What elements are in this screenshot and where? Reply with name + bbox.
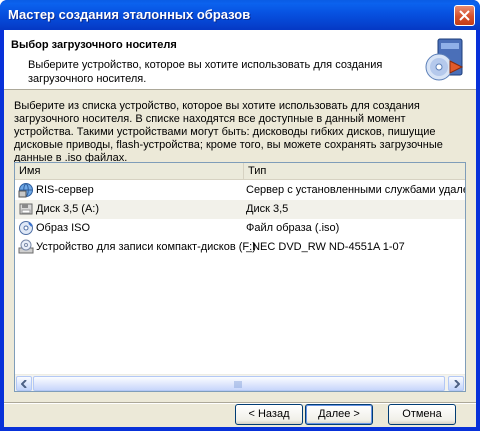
page-subtitle: Выберите устройство, которое вы хотите и… (28, 59, 383, 85)
column-header-name[interactable]: Имя (15, 163, 244, 180)
horizontal-scrollbar[interactable] (15, 374, 465, 391)
ris-server-icon (18, 183, 33, 198)
boot-media-wizard-icon (425, 38, 464, 81)
list-item-iso-image[interactable]: Образ ISO Файл образа (.iso) (15, 219, 465, 238)
close-icon (459, 10, 470, 21)
device-type: Диск 3,5 (246, 203, 289, 215)
page-title: Выбор загрузочного носителя (11, 39, 177, 51)
scroll-left-button[interactable] (16, 376, 32, 391)
next-button[interactable]: Далее > (305, 404, 373, 425)
scroll-thumb[interactable] (33, 376, 445, 391)
list-item-ris-server[interactable]: RIS-сервер Сервер с установленными служб… (15, 181, 465, 200)
title-bar[interactable]: Мастер создания эталонных образов (0, 0, 480, 30)
wizard-header: Выбор загрузочного носителя Выберите уст… (4, 30, 476, 90)
grip-icon (234, 381, 242, 388)
wizard-client-area: Выбор загрузочного носителя Выберите уст… (4, 30, 476, 427)
cancel-button[interactable]: Отмена (388, 404, 456, 425)
device-name: RIS-сервер (36, 184, 94, 196)
wizard-window: Мастер создания эталонных образов Выбор … (0, 0, 480, 431)
device-name: Образ ISO (36, 222, 91, 234)
close-button[interactable] (454, 5, 475, 26)
device-type: _NEC DVD_RW ND-4551A 1-07 (246, 241, 405, 253)
list-item-floppy[interactable]: Диск 3,5 (A:) Диск 3,5 (15, 200, 465, 219)
instructions-text: Выберите из списка устройство, которое в… (14, 100, 443, 164)
device-list[interactable]: Имя Тип RIS-сервер Сервер с установленны… (14, 162, 466, 392)
list-header: Имя Тип (15, 163, 465, 180)
arrow-left-icon (21, 380, 27, 388)
back-button[interactable]: < Назад (235, 404, 303, 425)
window-title: Мастер создания эталонных образов (8, 7, 251, 22)
column-header-type[interactable]: Тип (244, 163, 465, 180)
arrow-right-icon (454, 380, 460, 388)
list-item-cd-writer[interactable]: Устройство для записи компакт-дисков (F:… (15, 238, 465, 257)
device-name: Диск 3,5 (A:) (36, 203, 100, 215)
device-type: Файл образа (.iso) (246, 222, 340, 234)
device-name: Устройство для записи компакт-дисков (F:… (36, 241, 256, 253)
cd-writer-icon (18, 239, 34, 254)
iso-image-icon (19, 221, 33, 235)
device-type: Сервер с установленными службами удаленн… (246, 184, 465, 196)
floppy-icon (19, 203, 33, 215)
scroll-right-button[interactable] (448, 376, 464, 391)
